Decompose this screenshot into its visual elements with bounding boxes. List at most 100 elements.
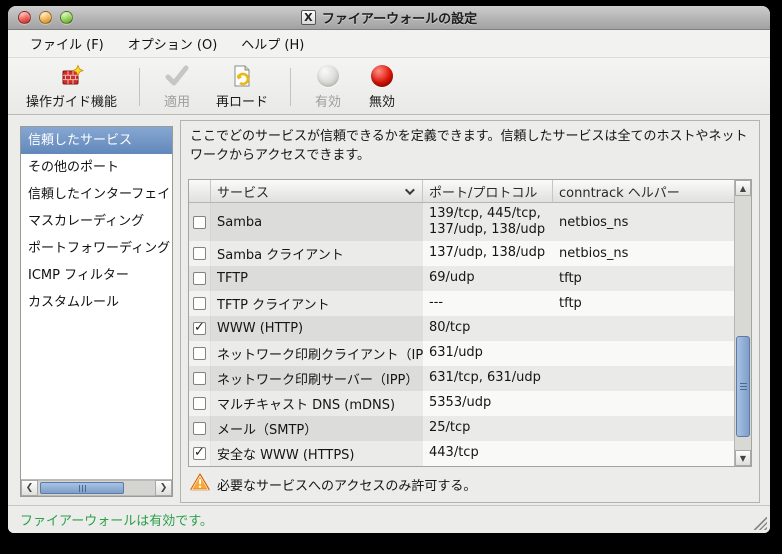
service-ports: 443/tcp bbox=[423, 441, 553, 466]
header-service-label: サービス bbox=[217, 182, 269, 201]
service-checkbox[interactable] bbox=[193, 447, 206, 460]
service-name: TFTP クライアント bbox=[211, 291, 423, 316]
header-helper-column[interactable]: conntrack ヘルパー bbox=[553, 180, 734, 202]
table-row[interactable]: ネットワーク印刷クライアント（IPP） 631/udp bbox=[189, 341, 734, 366]
service-checkbox[interactable] bbox=[193, 216, 206, 229]
table-row[interactable]: マルチキャスト DNS (mDNS) 5353/udp bbox=[189, 391, 734, 416]
service-helper: tftp bbox=[553, 266, 734, 291]
toolbar-separator bbox=[290, 68, 291, 106]
wizard-button[interactable]: 操作ガイド機能 bbox=[14, 62, 129, 112]
title-bar[interactable]: X ファイアーウォールの設定 bbox=[8, 6, 770, 30]
window-controls bbox=[18, 11, 73, 24]
menu-help[interactable]: ヘルプ (H) bbox=[231, 30, 314, 57]
warning-text: 必要なサービスへのアクセスのみ許可する。 bbox=[217, 475, 476, 494]
sidebar-item-trusted-interfaces[interactable]: 信頼したインターフェイ bbox=[21, 181, 172, 208]
reload-button[interactable]: 再ロード bbox=[204, 62, 280, 112]
category-list: 信頼したサービス その他のポート 信頼したインターフェイ マスカレーディング ポ… bbox=[21, 127, 172, 479]
enable-gray-sphere-icon bbox=[317, 64, 339, 88]
apply-button[interactable]: 適用 bbox=[150, 62, 204, 112]
service-checkbox[interactable] bbox=[193, 247, 206, 260]
service-name: Samba クライアント bbox=[211, 241, 423, 266]
scrollbar-track[interactable] bbox=[38, 480, 155, 496]
table-row[interactable]: ネットワーク印刷サーバー（IPP） 631/tcp, 631/udp bbox=[189, 366, 734, 391]
service-helper bbox=[553, 341, 734, 366]
table-row[interactable]: メール（SMTP） 25/tcp bbox=[189, 416, 734, 441]
scrollbar-thumb[interactable] bbox=[40, 482, 124, 494]
enable-button-label: 有効 bbox=[315, 91, 341, 110]
zoom-window-icon[interactable] bbox=[60, 11, 73, 24]
table-row[interactable]: TFTP 69/udp tftp bbox=[189, 266, 734, 291]
sidebar-item-trusted-services[interactable]: 信頼したサービス bbox=[21, 127, 172, 154]
disable-button[interactable]: 無効 bbox=[355, 62, 409, 112]
title-area: X ファイアーウォールの設定 bbox=[8, 6, 770, 29]
service-ports: --- bbox=[423, 291, 553, 316]
service-name: Samba bbox=[211, 203, 423, 241]
service-ports: 631/udp bbox=[423, 341, 553, 366]
table-row[interactable]: TFTP クライアント --- tftp bbox=[189, 291, 734, 316]
service-name: TFTP bbox=[211, 266, 423, 291]
reload-page-icon bbox=[230, 64, 254, 88]
table-row[interactable]: WWW (HTTP) 80/tcp bbox=[189, 316, 734, 341]
content-area: 信頼したサービス その他のポート 信頼したインターフェイ マスカレーディング ポ… bbox=[8, 116, 770, 505]
apply-button-label: 適用 bbox=[164, 91, 190, 110]
sidebar-item-other-ports[interactable]: その他のポート bbox=[21, 154, 172, 181]
sidebar-item-icmp-filter[interactable]: ICMP フィルター bbox=[21, 262, 172, 289]
service-checkbox[interactable] bbox=[193, 297, 206, 310]
service-helper: netbios_ns bbox=[553, 241, 734, 266]
header-ports-label: ポート/プロトコル bbox=[429, 182, 537, 201]
menu-options[interactable]: オプション (O) bbox=[118, 30, 228, 57]
table-row[interactable]: Samba 139/tcp, 445/tcp, 137/udp, 138/udp… bbox=[189, 203, 734, 241]
header-service-column[interactable]: サービス bbox=[211, 180, 423, 202]
sidebar-horizontal-scrollbar[interactable]: ❮ ❯ bbox=[21, 479, 172, 496]
minimize-window-icon[interactable] bbox=[39, 11, 52, 24]
trusted-services-panel: ここでどのサービスが信頼できるかを定義できます。信頼したサービスは全てのホストや… bbox=[180, 120, 760, 503]
header-checkbox-column[interactable] bbox=[189, 180, 211, 202]
sidebar-item-custom-rules[interactable]: カスタムルール bbox=[21, 289, 172, 316]
service-checkbox[interactable] bbox=[193, 347, 206, 360]
scroll-up-icon[interactable]: ▲ bbox=[735, 180, 751, 196]
disable-button-label: 無効 bbox=[369, 91, 395, 110]
scrollbar-thumb[interactable] bbox=[736, 336, 750, 438]
wizard-button-label: 操作ガイド機能 bbox=[26, 91, 117, 110]
menu-file[interactable]: ファイル (F) bbox=[20, 30, 114, 57]
resize-grip[interactable] bbox=[754, 517, 767, 530]
service-checkbox[interactable] bbox=[193, 422, 206, 435]
toolbar-separator bbox=[139, 68, 140, 106]
service-ports: 5353/udp bbox=[423, 391, 553, 416]
service-helper bbox=[553, 391, 734, 416]
service-helper: tftp bbox=[553, 291, 734, 316]
scroll-down-icon[interactable]: ▼ bbox=[735, 450, 751, 466]
service-ports: 139/tcp, 445/tcp, 137/udp, 138/udp bbox=[423, 203, 553, 241]
close-window-icon[interactable] bbox=[18, 11, 31, 24]
wizard-brick-star-icon bbox=[60, 64, 84, 88]
disable-red-sphere-icon bbox=[371, 64, 393, 88]
reload-button-label: 再ロード bbox=[216, 91, 268, 110]
service-ports: 631/tcp, 631/udp bbox=[423, 366, 553, 391]
header-ports-column[interactable]: ポート/プロトコル bbox=[423, 180, 553, 202]
service-name: メール（SMTP） bbox=[211, 416, 423, 441]
service-checkbox[interactable] bbox=[193, 272, 206, 285]
table-vertical-scrollbar[interactable]: ▲ ▼ bbox=[734, 180, 751, 466]
service-checkbox[interactable] bbox=[193, 322, 206, 335]
app-icon: X bbox=[301, 10, 316, 25]
service-checkbox[interactable] bbox=[193, 397, 206, 410]
service-ports: 137/udp, 138/udp bbox=[423, 241, 553, 266]
enable-button[interactable]: 有効 bbox=[301, 62, 355, 112]
menu-bar: ファイル (F) オプション (O) ヘルプ (H) bbox=[8, 30, 770, 58]
service-name: ネットワーク印刷サーバー（IPP） bbox=[211, 366, 423, 391]
apply-check-icon bbox=[164, 64, 190, 88]
service-helper: netbios_ns bbox=[553, 203, 734, 241]
table-row[interactable]: 安全な WWW (HTTPS) 443/tcp bbox=[189, 441, 734, 466]
scroll-right-icon[interactable]: ❯ bbox=[155, 480, 172, 496]
service-helper bbox=[553, 441, 734, 466]
scrollbar-track[interactable] bbox=[735, 196, 751, 450]
table-row[interactable]: Samba クライアント 137/udp, 138/udp netbios_ns bbox=[189, 241, 734, 266]
sidebar-item-masquerading[interactable]: マスカレーディング bbox=[21, 208, 172, 235]
scroll-left-icon[interactable]: ❮ bbox=[21, 480, 38, 496]
service-checkbox[interactable] bbox=[193, 372, 206, 385]
service-name: マルチキャスト DNS (mDNS) bbox=[211, 391, 423, 416]
service-helper bbox=[553, 416, 734, 441]
sidebar-item-port-forwarding[interactable]: ポートフォワーディング bbox=[21, 235, 172, 262]
firewall-status-text: ファイアーウォールは有効です。 bbox=[20, 510, 213, 529]
warning-row: 必要なサービスへのアクセスのみ許可する。 bbox=[188, 471, 752, 497]
